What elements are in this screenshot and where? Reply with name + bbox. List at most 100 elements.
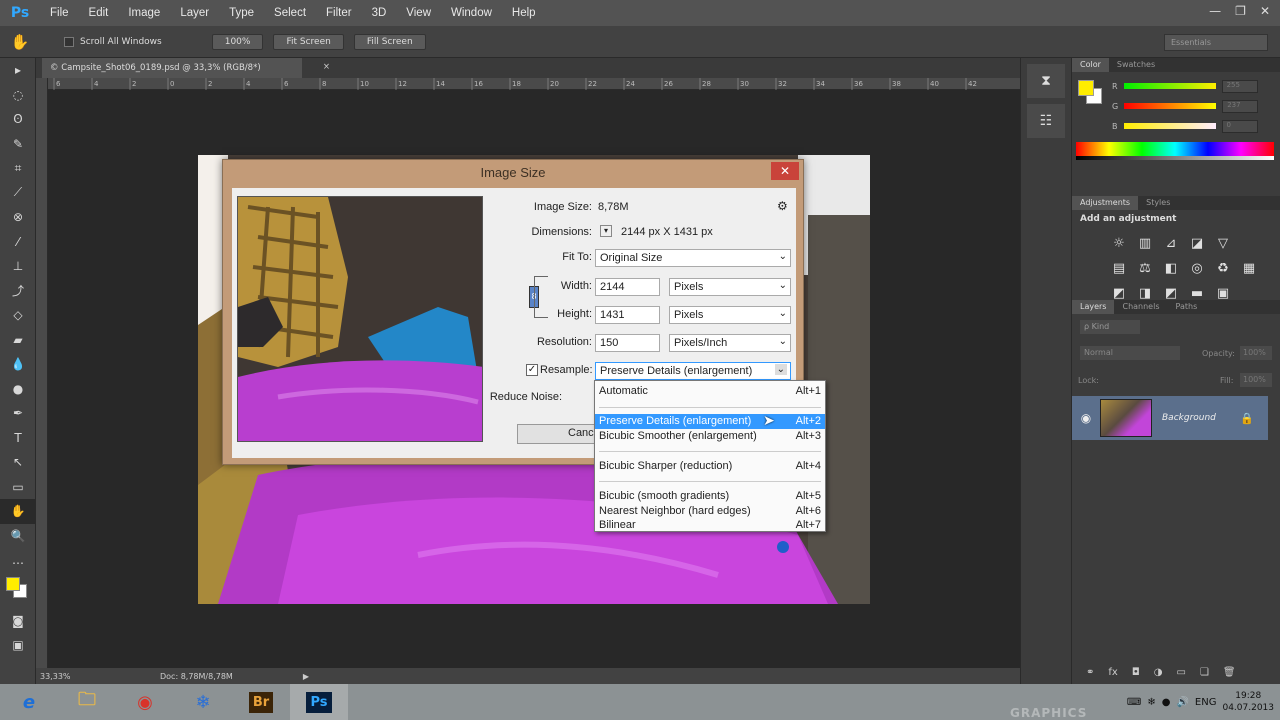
resolution-input[interactable]: 150 — [595, 334, 660, 352]
fit-screen-button[interactable]: Fit Screen — [273, 33, 344, 50]
keyboard-icon[interactable]: ⌨ — [1127, 697, 1141, 708]
tab-adjustments[interactable]: Adjustments — [1072, 196, 1139, 210]
healing-tool-icon[interactable]: ⊗ — [0, 205, 36, 230]
slider-r[interactable] — [1123, 83, 1216, 89]
quick-mask-icon[interactable]: ◙ — [0, 609, 36, 634]
menu-view[interactable]: View — [396, 7, 441, 19]
screen-mode-icon[interactable]: ▣ — [0, 633, 36, 658]
new-layer-icon[interactable]: ❏ — [1200, 667, 1209, 678]
menu-help[interactable]: Help — [502, 7, 546, 19]
workspace-select[interactable]: Essentials — [1164, 34, 1268, 51]
layer-name[interactable]: Background — [1162, 413, 1216, 423]
brightness-icon[interactable]: ☼ — [1108, 232, 1130, 254]
image-preview[interactable] — [237, 196, 483, 442]
menu-item-bicubic[interactable]: Bicubic (smooth gradients) Alt+5 — [595, 489, 825, 504]
edit-toolbar-icon[interactable]: … — [0, 548, 36, 573]
stamp-tool-icon[interactable]: ⊥ — [0, 254, 36, 279]
menu-image[interactable]: Image — [118, 7, 170, 19]
explorer-icon[interactable]: 🗀 — [58, 684, 116, 720]
fit-to-select[interactable]: Original Size ⌄ — [595, 249, 791, 267]
menu-3d[interactable]: 3D — [362, 7, 397, 19]
menu-item-bilinear[interactable]: Bilinear Alt+7 — [595, 519, 825, 531]
slider-g[interactable] — [1124, 103, 1217, 109]
blur-tool-icon[interactable]: 💧 — [0, 352, 36, 377]
close-tab-icon[interactable]: × — [323, 62, 330, 72]
slider-r-value[interactable]: 255 — [1221, 79, 1258, 93]
width-input[interactable]: 2144 — [595, 278, 660, 296]
levels-icon[interactable]: ▥ — [1134, 232, 1156, 254]
restore-icon[interactable]: ❐ — [1235, 4, 1246, 18]
brush-tool-icon[interactable]: ⁄ — [0, 230, 36, 255]
snowflake-app-icon[interactable]: ❄ — [174, 684, 232, 720]
close-icon[interactable]: ✕ — [1260, 4, 1270, 18]
add-mask-icon[interactable]: ◘ — [1132, 667, 1140, 678]
menu-select[interactable]: Select — [264, 7, 316, 19]
delete-layer-icon[interactable]: 🗑 — [1223, 667, 1236, 678]
fx-icon[interactable]: fx — [1108, 667, 1117, 678]
type-tool-icon[interactable]: T — [0, 426, 36, 451]
fill-screen-button[interactable]: Fill Screen — [353, 33, 426, 50]
history-panel-icon[interactable]: ⧗ — [1027, 64, 1065, 98]
properties-panel-icon[interactable]: ☷ — [1027, 104, 1065, 138]
network-icon[interactable]: ❄ — [1147, 697, 1155, 708]
tab-paths[interactable]: Paths — [1168, 300, 1206, 314]
height-input[interactable]: 1431 — [595, 306, 660, 324]
crop-tool-icon[interactable]: ⌗ — [0, 156, 36, 181]
new-group-icon[interactable]: ▭ — [1177, 667, 1186, 678]
bridge-icon[interactable]: Br — [232, 684, 290, 720]
photo-filter-icon[interactable]: ◎ — [1186, 257, 1208, 279]
width-unit-select[interactable]: Pixels ⌄ — [669, 278, 791, 296]
menu-file[interactable]: File — [40, 7, 79, 19]
menu-filter[interactable]: Filter — [316, 7, 362, 19]
curves-icon[interactable]: ⊿ — [1160, 232, 1182, 254]
opacity-field[interactable]: 100% — [1240, 346, 1272, 360]
slider-b[interactable] — [1123, 123, 1216, 129]
blend-mode-select[interactable]: Normal — [1080, 346, 1180, 360]
eyedropper-tool-icon[interactable]: ⟋ — [0, 181, 36, 206]
chrome-icon[interactable]: ◉ — [116, 684, 174, 720]
menu-item-preserve-details[interactable]: Preserve Details (enlargement) Alt+2 — [595, 414, 825, 429]
color-swatches[interactable] — [0, 573, 36, 609]
vibrance-icon[interactable]: ▽ — [1212, 232, 1234, 254]
zoom-readout[interactable]: 33,33% — [40, 672, 80, 681]
foreground-color-swatch[interactable] — [6, 576, 20, 591]
color-balance-icon[interactable]: ⚖ — [1134, 257, 1156, 279]
exposure-icon[interactable]: ◪ — [1186, 232, 1208, 254]
scroll-all-checkbox[interactable] — [64, 36, 74, 47]
path-select-tool-icon[interactable]: ↖ — [0, 450, 36, 475]
menu-item-automatic[interactable]: Automatic Alt+1 — [595, 384, 825, 399]
hand-tool-icon[interactable]: ✋ — [0, 33, 40, 51]
tab-swatches[interactable]: Swatches — [1109, 58, 1163, 72]
volume-icon[interactable]: 🔊 — [1176, 697, 1188, 708]
photoshop-taskbar-icon[interactable]: Ps — [290, 684, 348, 720]
marquee-tool-icon[interactable]: ◌ — [0, 83, 36, 108]
gradient-tool-icon[interactable]: ▰ — [0, 328, 36, 353]
tab-channels[interactable]: Channels — [1114, 300, 1167, 314]
slider-b-value[interactable]: 0 — [1221, 119, 1258, 133]
dialog-close-button[interactable]: ✕ — [771, 162, 799, 180]
slider-g-value[interactable]: 237 — [1222, 99, 1259, 113]
panel-fg-swatch[interactable] — [1078, 80, 1094, 96]
tab-color[interactable]: Color — [1072, 58, 1109, 72]
move-tool-icon[interactable]: ▸ — [0, 58, 36, 83]
pen-tool-icon[interactable]: ✒ — [0, 401, 36, 426]
resample-select[interactable]: Preserve Details (enlargement) ⌄ — [595, 362, 791, 380]
menu-item-bicubic-sharper[interactable]: Bicubic Sharper (reduction) Alt+4 — [595, 459, 825, 474]
zoom-tool-icon[interactable]: 🔍 — [0, 524, 36, 549]
language-indicator[interactable]: ENG — [1195, 697, 1217, 708]
eraser-tool-icon[interactable]: ◇ — [0, 303, 36, 328]
layer-row-background[interactable]: ◉ Background 🔒 — [1072, 396, 1268, 440]
color-lookup-icon[interactable]: ▦ — [1238, 257, 1260, 279]
menu-window[interactable]: Window — [441, 7, 502, 19]
resolution-unit-select[interactable]: Pixels/Inch ⌄ — [669, 334, 791, 352]
color-spectrum[interactable] — [1076, 142, 1274, 160]
menu-item-bicubic-smoother[interactable]: Bicubic Smoother (enlargement) Alt+3 — [595, 429, 825, 444]
menu-edit[interactable]: Edit — [79, 7, 119, 19]
black-white-icon[interactable]: ◧ — [1160, 257, 1182, 279]
height-unit-select[interactable]: Pixels ⌄ — [669, 306, 791, 324]
clock[interactable]: 19:28 04.07.2013 — [1222, 690, 1274, 714]
shape-tool-icon[interactable]: ▭ — [0, 475, 36, 500]
fill-field[interactable]: 100% — [1240, 373, 1272, 387]
tab-styles[interactable]: Styles — [1138, 196, 1178, 210]
resample-checkbox[interactable]: ✓ — [526, 364, 538, 376]
